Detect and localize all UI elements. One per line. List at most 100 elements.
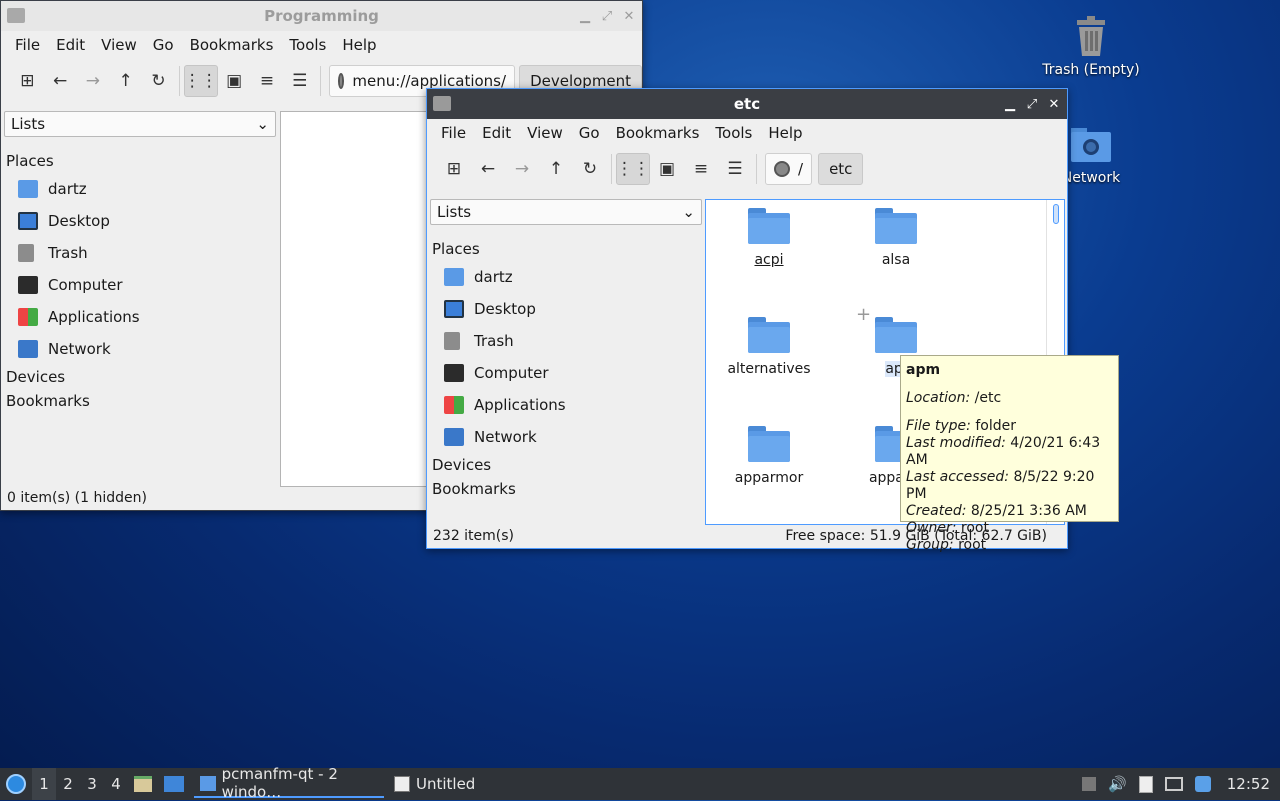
sidebar-item-applications[interactable]: Applications: [430, 389, 702, 421]
file-tooltip: apm Location: /etc File type: folder Las…: [900, 355, 1119, 553]
sidebar-item-network[interactable]: Network: [4, 333, 276, 365]
path-root-button[interactable]: /: [765, 153, 813, 185]
menu-tools[interactable]: Tools: [707, 124, 760, 142]
volume-icon[interactable]: 🔊: [1102, 768, 1133, 800]
reload-icon[interactable]: ↻: [573, 153, 607, 185]
path-button-etc[interactable]: etc: [818, 153, 864, 185]
search-icon: [338, 73, 345, 89]
sidebar-item-desktop[interactable]: Desktop: [430, 293, 702, 325]
sidebar-item-dartz[interactable]: dartz: [4, 173, 276, 205]
computer-icon: [444, 364, 464, 382]
search-icon: [774, 161, 790, 177]
menu-go[interactable]: Go: [571, 124, 608, 142]
scrollbar-thumb[interactable]: [1052, 204, 1059, 224]
menu-go[interactable]: Go: [145, 36, 182, 54]
forward-icon[interactable]: →: [505, 153, 539, 185]
file-manager-launcher-icon[interactable]: [128, 768, 158, 800]
close-icon[interactable]: ✕: [1047, 97, 1061, 111]
compact-view-icon[interactable]: ≡: [684, 153, 718, 185]
new-tab-icon[interactable]: ⊞: [437, 153, 471, 185]
folder-acpi[interactable]: acpi: [719, 208, 819, 268]
menu-file[interactable]: File: [7, 36, 48, 54]
menu-help[interactable]: Help: [334, 36, 384, 54]
workspace-1[interactable]: 1: [32, 768, 56, 800]
chevron-down-icon: ⌄: [256, 115, 269, 133]
tooltip-owner: Owner: root: [906, 520, 989, 536]
workspace-4[interactable]: 4: [104, 768, 128, 800]
icon-view-icon[interactable]: ⋮⋮: [183, 65, 218, 97]
up-icon[interactable]: ↑: [109, 65, 142, 97]
selection-cross-icon: +: [856, 304, 872, 325]
detail-view-icon[interactable]: ☰: [283, 65, 316, 97]
start-menu-button[interactable]: [0, 768, 32, 800]
taskbar: 1 2 3 4 pcmanfm-qt - 2 windo… Untitled 🔊…: [0, 765, 1280, 801]
folder-alternatives[interactable]: alternatives: [719, 317, 819, 377]
side-pane-mode-select[interactable]: Lists ⌄: [4, 111, 276, 137]
folder-icon: [748, 208, 790, 244]
back-icon[interactable]: ←: [471, 153, 505, 185]
minimize-icon[interactable]: ▁: [1003, 97, 1017, 111]
clock[interactable]: 12:52: [1217, 768, 1280, 800]
tray-expand-icon[interactable]: [1076, 768, 1102, 800]
tooltip-created: Created: 8/25/21 3:36 AM: [906, 503, 1087, 519]
minimize-icon[interactable]: ▁: [578, 9, 592, 23]
forward-icon[interactable]: →: [77, 65, 110, 97]
applications-icon: [18, 308, 38, 326]
sidebar-item-computer[interactable]: Computer: [4, 269, 276, 301]
network-icon: [444, 428, 464, 446]
sidebar-item-trash[interactable]: Trash: [430, 325, 702, 357]
close-icon[interactable]: ✕: [622, 9, 636, 23]
folder-apparmor[interactable]: apparmor: [719, 426, 819, 486]
sidebar-item-trash[interactable]: Trash: [4, 237, 276, 269]
menu-edit[interactable]: Edit: [48, 36, 93, 54]
menu-help[interactable]: Help: [760, 124, 810, 142]
window-title: Programming: [264, 7, 379, 25]
task-pcmanfm[interactable]: pcmanfm-qt - 2 windo…: [194, 765, 384, 801]
programming-titlebar[interactable]: Programming ▁ ⤢ ✕: [1, 1, 642, 31]
menu-file[interactable]: File: [433, 124, 474, 142]
menubar: File Edit View Go Bookmarks Tools Help: [1, 31, 642, 59]
side-pane-mode-select[interactable]: Lists ⌄: [430, 199, 702, 225]
menu-bookmarks[interactable]: Bookmarks: [608, 124, 708, 142]
thumbnail-view-icon[interactable]: ▣: [650, 153, 684, 185]
folder-icon: [748, 426, 790, 462]
menu-bookmarks[interactable]: Bookmarks: [182, 36, 282, 54]
new-tab-icon[interactable]: ⊞: [11, 65, 44, 97]
sidebar-item-computer[interactable]: Computer: [430, 357, 702, 389]
detail-view-icon[interactable]: ☰: [718, 153, 752, 185]
menu-view[interactable]: View: [93, 36, 145, 54]
workspace-2[interactable]: 2: [56, 768, 80, 800]
compact-view-icon[interactable]: ≡: [251, 65, 284, 97]
show-desktop-icon[interactable]: [158, 768, 190, 800]
desktop-icon: [18, 212, 38, 230]
sidebar-item-network[interactable]: Network: [430, 421, 702, 453]
workspace-3[interactable]: 3: [80, 768, 104, 800]
etc-titlebar[interactable]: etc ▁ ⤢ ✕: [427, 89, 1067, 119]
desktop-trash-label: Trash (Empty): [1042, 62, 1140, 78]
sidebar-item-desktop[interactable]: Desktop: [4, 205, 276, 237]
tooltip-group: Group: root: [906, 537, 987, 553]
desktop-trash[interactable]: Trash (Empty): [1031, 14, 1151, 78]
folder-icon: [200, 775, 216, 791]
update-notifier-icon[interactable]: [1189, 768, 1217, 800]
sidebar-item-dartz[interactable]: dartz: [430, 261, 702, 293]
up-icon[interactable]: ↑: [539, 153, 573, 185]
folder-icon: [433, 96, 451, 111]
reload-icon[interactable]: ↻: [142, 65, 175, 97]
tooltip-modified: Last modified: 4/20/21 6:43 AM: [906, 435, 1101, 468]
maximize-icon[interactable]: ⤢: [600, 9, 614, 23]
icon-view-icon[interactable]: ⋮⋮: [616, 153, 650, 185]
folder-alsa[interactable]: alsa: [846, 208, 946, 268]
menu-view[interactable]: View: [519, 124, 571, 142]
maximize-icon[interactable]: ⤢: [1025, 97, 1039, 111]
clipboard-icon[interactable]: [1133, 768, 1159, 800]
menu-edit[interactable]: Edit: [474, 124, 519, 142]
task-untitled[interactable]: Untitled: [388, 770, 481, 798]
network-tray-icon[interactable]: [1159, 768, 1189, 800]
menu-tools[interactable]: Tools: [281, 36, 334, 54]
chevron-down-icon: ⌄: [682, 203, 695, 221]
places-header: Places: [6, 152, 54, 170]
back-icon[interactable]: ←: [44, 65, 77, 97]
thumbnail-view-icon[interactable]: ▣: [218, 65, 251, 97]
sidebar-item-applications[interactable]: Applications: [4, 301, 276, 333]
